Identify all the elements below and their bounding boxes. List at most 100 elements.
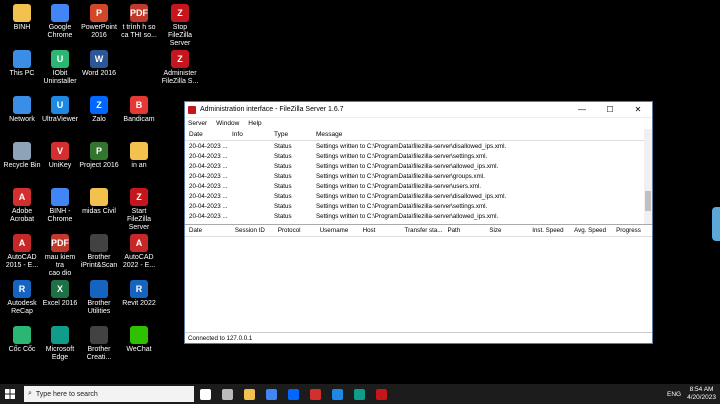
transfer-col-header[interactable]: Host — [359, 227, 401, 234]
log-message: Settings written to C:\ProgramData\filez… — [316, 182, 482, 190]
desktop-icon-label: UniKey — [48, 162, 72, 169]
desktop-icon[interactable]: B Bandicam — [119, 96, 159, 124]
log-date: 20-04-2023 ... — [189, 162, 228, 170]
log-date: 20-04-2023 ... — [189, 192, 228, 200]
menu-window[interactable]: Window — [216, 120, 239, 127]
desktop-icon[interactable]: Z Stop FileZilla Server — [160, 4, 200, 48]
desktop-icon[interactable]: R Revit 2022 — [119, 280, 159, 308]
desktop-icon[interactable]: Brother Creati... — [79, 326, 119, 362]
transfer-col-header[interactable]: Avg. Speed — [570, 227, 612, 234]
window-titlebar[interactable]: Administration interface - FileZilla Ser… — [185, 102, 652, 118]
desktop-icon[interactable]: midas Civil — [79, 188, 119, 216]
desktop-icon[interactable]: WeChat — [119, 326, 159, 354]
desktop-icon-label: BINH — [13, 24, 31, 31]
desktop-icon[interactable]: in an — [119, 142, 159, 170]
menu-help[interactable]: Help — [248, 120, 261, 127]
clock-date: 4/20/2023 — [687, 394, 716, 401]
desktop-icon[interactable]: X Excel 2016 — [40, 280, 80, 308]
file-explorer-icon — [243, 388, 255, 400]
desktop-icon[interactable]: Google Chrome — [40, 4, 80, 40]
app-icon — [13, 142, 31, 160]
desktop-icon[interactable]: Z Start FileZilla Server — [119, 188, 159, 232]
col-date[interactable]: Date — [185, 131, 228, 138]
desktop-icon[interactable]: PDF mau kiem tra cao dio — [40, 234, 80, 278]
log-row[interactable]: 20-04-2023 ... Status Settings written to … — [185, 171, 652, 181]
desktop-icon[interactable]: Microsoft Edge — [40, 326, 80, 362]
app-icon: U — [51, 50, 69, 68]
taskbar-chrome[interactable] — [260, 384, 282, 404]
transfer-col-header[interactable]: Session ID — [231, 227, 274, 234]
transfer-col-header[interactable]: Date — [185, 227, 231, 234]
desktop-icon[interactable]: A AutoCAD 2015 - E... — [2, 234, 42, 270]
desktop-icon-label: mau kiem tra cao dio — [44, 254, 76, 277]
taskbar-file-explorer[interactable] — [238, 384, 260, 404]
app-icon: R — [13, 280, 31, 298]
desktop-icon[interactable]: P PowerPoint 2016 — [79, 4, 119, 40]
log-row[interactable]: 20-04-2023 ... Status Settings written to … — [185, 161, 652, 171]
desktop-icon[interactable]: Brother Utilities — [79, 280, 119, 316]
desktop-icon[interactable]: Z Zalo — [79, 96, 119, 124]
menu-bar: Server Window Help — [185, 118, 652, 129]
desktop-icon[interactable]: W Word 2016 — [79, 50, 119, 78]
col-message[interactable]: Message — [312, 131, 637, 138]
side-tab[interactable] — [712, 207, 720, 241]
clock[interactable]: 8:54 AM 4/20/2023 — [687, 386, 716, 402]
log-row[interactable]: 20-04-2023 ... Status Settings written to … — [185, 141, 652, 151]
log-row[interactable]: 20-04-2023 ... Status Settings written to … — [185, 191, 652, 201]
col-type[interactable]: Type — [270, 131, 312, 138]
log-row[interactable]: 20-04-2023 ... Status Settings written to … — [185, 181, 652, 191]
desktop-icon-label: midas Civil — [82, 208, 116, 215]
app-icon — [90, 234, 108, 252]
desktop-icon[interactable]: BINH — [2, 4, 42, 32]
transfer-col-header[interactable]: Progress — [612, 227, 652, 234]
desktop-icon[interactable]: Brother iPrint&Scan — [79, 234, 119, 270]
windows-icon — [5, 389, 15, 399]
desktop-icon[interactable]: A Adobe Acrobat — [2, 188, 42, 224]
close-button[interactable]: ✕ — [624, 105, 652, 114]
desktop-icon[interactable]: Z Administer FileZilla S... — [160, 50, 200, 86]
transfer-col-header[interactable]: Protocol — [274, 227, 316, 234]
desktop-icon[interactable]: U UltraViewer — [40, 96, 80, 124]
search-icon: ⌕ — [28, 390, 32, 397]
tray-lang[interactable]: ENG — [667, 391, 681, 398]
desktop-icon[interactable]: Network — [2, 96, 42, 124]
taskbar-acrobat-pdf[interactable] — [304, 384, 326, 404]
log-row[interactable]: 20-04-2023 ... Status Settings written to … — [185, 201, 652, 211]
col-info[interactable]: Info — [228, 131, 270, 138]
menu-server[interactable]: Server — [188, 120, 207, 127]
taskbar-ultraviewer[interactable] — [326, 384, 348, 404]
transfer-col-header[interactable]: Inst. Speed — [528, 227, 570, 234]
app-icon: A — [130, 234, 148, 252]
taskbar-search[interactable]: ⌕ Type here to search — [24, 386, 194, 402]
transfer-col-header[interactable]: Transfer sta... — [401, 227, 444, 234]
desktop-icon[interactable]: A AutoCAD 2022 - E... — [119, 234, 159, 270]
taskbar-edge[interactable] — [348, 384, 370, 404]
app-icon — [13, 96, 31, 114]
taskbar-task-view[interactable] — [194, 384, 216, 404]
taskbar-apps — [194, 384, 392, 404]
desktop-icon[interactable]: P Project 2016 — [79, 142, 119, 170]
maximize-button[interactable]: ☐ — [596, 105, 624, 114]
desktop-icon[interactable]: This PC — [2, 50, 42, 78]
app-icon: PDF — [51, 234, 69, 252]
transfer-col-header[interactable]: Username — [316, 227, 359, 234]
log-row[interactable]: 20-04-2023 ... Status Settings written to … — [185, 151, 652, 161]
log-row[interactable]: 20-04-2023 ... Status Settings written to … — [185, 211, 652, 221]
desktop-icon[interactable]: BINH - Chrome — [40, 188, 80, 224]
log-scrollbar[interactable] — [644, 129, 652, 224]
transfer-col-header[interactable]: Size — [485, 227, 528, 234]
app-icon: B — [130, 96, 148, 114]
minimize-button[interactable]: — — [568, 105, 596, 114]
transfer-col-header[interactable]: Path — [443, 227, 485, 234]
taskbar-zalo[interactable] — [282, 384, 304, 404]
scroll-thumb[interactable] — [645, 191, 651, 211]
taskbar-filezilla[interactable] — [370, 384, 392, 404]
desktop-icon[interactable]: R Autodesk ReCap — [2, 280, 42, 316]
start-button[interactable] — [0, 384, 20, 404]
desktop-icon[interactable]: Recycle Bin — [2, 142, 42, 170]
desktop-icon[interactable]: U IObit Uninstaller — [40, 50, 80, 86]
desktop-icon[interactable]: Cốc Cốc — [2, 326, 42, 354]
desktop-icon[interactable]: PDF t trình h so ca THI so... — [119, 4, 159, 40]
desktop-icon[interactable]: V UniKey — [40, 142, 80, 170]
taskbar-widgets[interactable] — [216, 384, 238, 404]
